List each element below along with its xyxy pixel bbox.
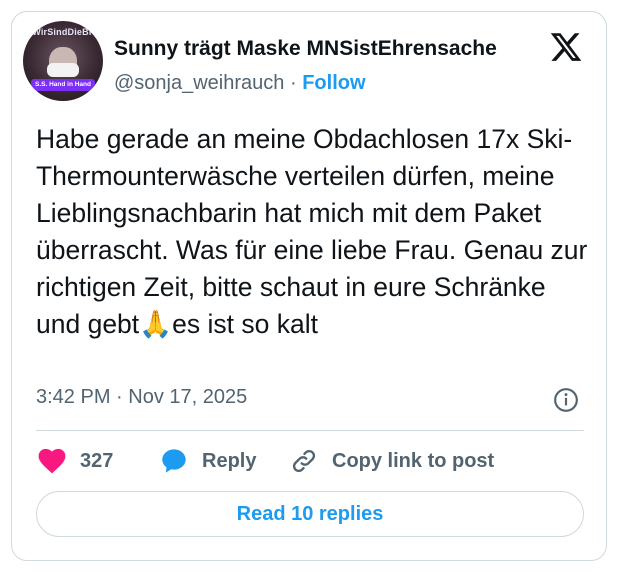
- tweet-text-part2: es ist so kalt: [172, 309, 318, 339]
- read-replies-button[interactable]: Read 10 replies: [36, 491, 584, 537]
- copy-link-label: Copy link to post: [332, 449, 495, 472]
- avatar-ring-text: #WirSindDieBrandmauer: [27, 27, 103, 37]
- reply-button[interactable]: Reply: [160, 445, 256, 477]
- reply-label: Reply: [202, 449, 257, 472]
- author-handle-row: @sonja_weihrauch · Follow: [114, 72, 366, 95]
- x-logo-icon[interactable]: [549, 30, 583, 64]
- reply-bubble-icon: [162, 449, 186, 473]
- tweet-timestamp[interactable]: 3:42 PM · Nov 17, 2025: [36, 386, 247, 409]
- follow-link[interactable]: Follow: [302, 72, 365, 94]
- divider: [36, 430, 584, 431]
- author-display-name[interactable]: Sunny trägt Maske MNSistEhrensache: [114, 37, 497, 61]
- tweet-text-part1: Habe gerade an meine Obdachlosen 17x Ski…: [36, 124, 588, 339]
- avatar[interactable]: #WirSindDieBrandmauer S.S. Hand in Hand: [23, 21, 103, 101]
- copy-link-button[interactable]: Copy link to post: [290, 445, 494, 477]
- handle-separator: ·: [289, 72, 297, 94]
- like-button[interactable]: 327: [38, 445, 113, 477]
- link-icon: [292, 449, 316, 473]
- heart-icon: [38, 448, 66, 474]
- avatar-band-text: S.S. Hand in Hand: [31, 79, 95, 91]
- info-icon[interactable]: [553, 387, 579, 413]
- tweet-text: Habe gerade an meine Obdachlosen 17x Ski…: [36, 121, 596, 343]
- pray-emoji-icon: 🙏: [139, 309, 173, 339]
- like-count: 327: [80, 449, 114, 472]
- author-handle[interactable]: @sonja_weihrauch: [114, 72, 284, 94]
- avatar-mask: [47, 63, 79, 77]
